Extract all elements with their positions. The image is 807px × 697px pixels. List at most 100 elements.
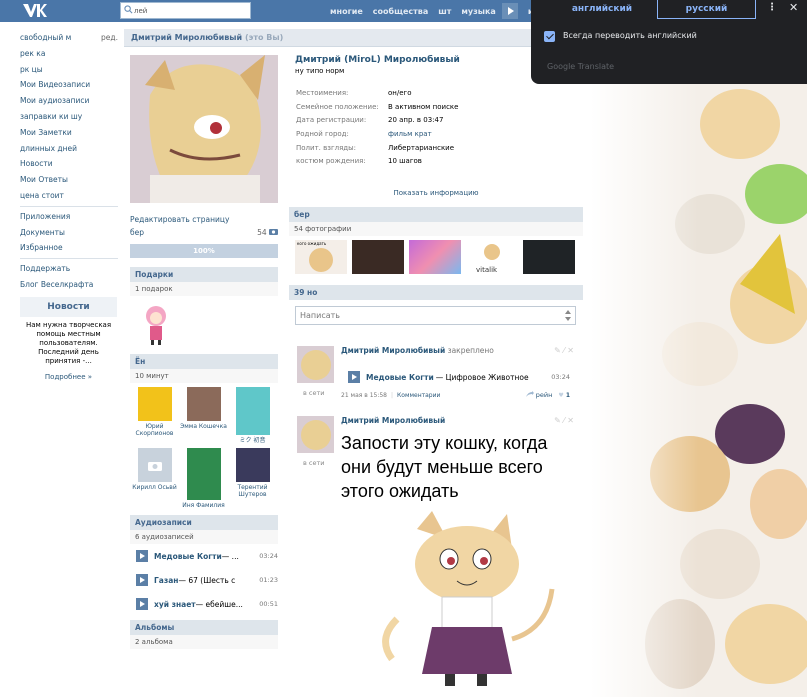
info-row: костюм рождения: 10 шагов [296,157,422,166]
share-button[interactable]: рейн [525,391,552,399]
menu-divider [20,258,118,260]
friend-avatar [186,387,221,421]
friend-card[interactable]: Юрий Скорпионов [130,387,179,444]
post-image[interactable] [337,509,573,688]
show-info-link[interactable]: Показать информацию [289,189,583,197]
edit-link[interactable]: ред. [101,30,118,46]
search-box[interactable] [120,2,251,19]
photos-title[interactable]: бер [289,207,583,223]
menu-item-blog[interactable]: Блог Веселкрафта [20,277,118,293]
tab-source-language[interactable]: английский [543,0,661,19]
friends-title[interactable]: Ён [130,354,278,369]
menu-item-docs[interactable]: Документы [20,225,118,241]
comments-link[interactable]: Комментарии [397,392,440,399]
gifts-title[interactable]: Подарки [130,267,278,282]
friend-card[interactable]: Кирилл Осьвй [130,448,179,509]
menu-item[interactable]: свободный м ред. [20,30,118,46]
menu-item[interactable]: рек ка [20,46,118,62]
post-date[interactable]: 21 мая в 15:58 [341,392,387,399]
search-input[interactable] [134,4,246,17]
post-controls-icon[interactable]: ✎ ⁄ ✕ [554,346,574,355]
albums-title[interactable]: Альбомы [130,620,278,635]
photos-count: 54 фотографии [289,222,583,237]
tab-target-language[interactable]: русский [657,0,756,19]
profile-header: Дмитрий Миролюбивый (это Вы) [124,29,586,47]
more-options-icon[interactable]: ⋮ [767,2,777,13]
news-more-link[interactable]: Подробнее » [20,373,117,381]
friend-card[interactable]: Терентий Шутеров [228,448,277,509]
audio-row[interactable]: Газан — 67 (Шесть с... 01:23 [130,568,278,592]
wall-write-input[interactable]: Написать [295,306,576,326]
vk-logo-icon[interactable] [22,2,48,19]
always-translate-checkbox[interactable] [544,31,555,42]
menu-item-audios[interactable]: Мои аудиозаписи [20,93,118,109]
post-text: Запости эту кошку, когда они будут меньш… [341,433,548,502]
photo-thumb[interactable]: кого ожидать [295,240,347,275]
spinner-arrows-icon[interactable] [565,309,571,322]
post-author-avatar[interactable] [297,346,334,384]
close-icon[interactable]: ✕ [789,1,798,14]
wall-post-pinned: в сети ✎ ⁄ ✕ Дмитрий Миролюбивый закрепл… [295,346,576,399]
player-play-button[interactable] [501,3,518,19]
menu-item[interactable]: рк цы [20,62,118,78]
friend-card[interactable]: ミク 初音 [228,387,277,444]
menu-item[interactable]: цена стоит [20,188,118,204]
photo-stat[interactable]: бер 54 [130,228,278,237]
gifts-block: Подарки 1 подарок [130,267,278,354]
nav-item-games[interactable]: шт [438,7,451,16]
nav-item-people[interactable]: многие [330,7,363,16]
post-audio[interactable]: Медовые Когти — Цифровое Животное 03:24 [348,371,570,384]
audio-row[interactable]: Медовые Когти — ... 03:24 [130,544,278,568]
friends-count: 10 минут [130,369,278,383]
friend-avatar [235,387,270,435]
menu-item-news[interactable]: Новости [20,156,118,172]
edit-page-link[interactable]: Редактировать страницу [130,215,278,224]
audios-title[interactable]: Аудиозаписи [130,515,278,530]
like-button[interactable]: ♥ 1 [558,392,570,399]
menu-item-videos[interactable]: Мои Видеозаписи [20,77,118,93]
avatar[interactable] [130,55,278,203]
play-icon[interactable] [348,371,360,384]
friends-grid: Юрий Скорпионов Эмма Кошечка ミク 初音 Кирил… [130,383,278,509]
post-controls-icon[interactable]: ✎ ⁄ ✕ [554,416,574,425]
play-icon[interactable] [136,550,148,562]
photo-thumb[interactable] [409,240,461,275]
info-row: Семейное положение: В активном поиске [296,102,459,111]
menu-item-favorites[interactable]: Избранное [20,240,118,256]
photo-thumb[interactable] [352,240,404,275]
menu-item[interactable]: длинных дней [20,141,118,157]
profile-header-name[interactable]: Дмитрий Миролюбивый [131,33,242,42]
menu-item[interactable]: заправки ки шу [20,109,118,125]
menu-item-notes[interactable]: Мои Заметки [20,125,118,141]
albums-block: Альбомы 2 альбома [130,620,278,649]
photo-thumb[interactable]: vitalik [466,240,518,275]
nav-item-communities[interactable]: сообщества [373,7,428,16]
photo-thumb[interactable] [523,240,575,275]
camera-icon [269,229,278,235]
camera-icon [147,462,162,471]
menu-item-answers[interactable]: Мои Ответы [20,172,118,188]
post-author-name[interactable]: Дмитрий Миролюбивый [341,346,445,355]
background-collage [590,84,807,697]
friend-card[interactable]: Эмма Кошечка [179,387,228,444]
post-author-avatar[interactable] [297,416,334,454]
profile-right-column: Дмитрий (MiroL) Миролюбивый ну типо норм… [289,55,583,689]
play-icon[interactable] [136,598,148,610]
post-author-name[interactable]: Дмитрий Миролюбивый [341,416,576,425]
wall-title[interactable]: 39 но [289,285,583,301]
friend-card[interactable]: Иня Фамилия [179,448,228,509]
albums-count: 2 альбома [130,635,278,649]
nav-item-music[interactable]: музыка [461,7,495,16]
audios-count: 6 аудиозаписей [130,530,278,544]
gift-item[interactable] [130,296,278,354]
gifts-count: 1 подарок [130,282,278,296]
info-row: Местоимения: он/его [296,89,412,97]
audio-row[interactable]: хуй знает — ебейше... 00:51 [130,592,278,616]
top-nav: многие сообщества шт музыка и [320,0,533,22]
friend-avatar [235,448,270,482]
menu-item-support[interactable]: Поддержать [20,261,118,277]
play-icon[interactable] [136,574,148,586]
menu-item-apps[interactable]: Приложения [20,209,118,225]
wall-block: 39 но Написать [289,285,583,326]
friend-avatar [137,448,172,482]
